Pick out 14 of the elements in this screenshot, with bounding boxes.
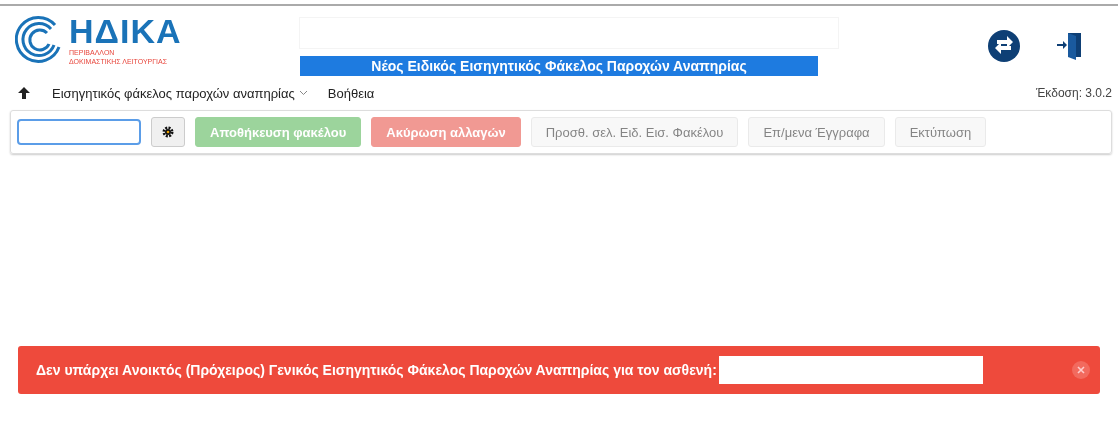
logout-icon[interactable] bbox=[1056, 30, 1084, 60]
close-button[interactable] bbox=[1072, 361, 1090, 379]
up-arrow-icon[interactable] bbox=[18, 87, 30, 99]
menu-item[interactable]: Εισηγητικός φάκελος παροχών αναπηρίας bbox=[52, 85, 308, 101]
swap-icon[interactable] bbox=[988, 30, 1020, 62]
settings-icon bbox=[162, 126, 174, 138]
settings-button[interactable] bbox=[151, 117, 185, 147]
alert-message: Δεν υπάρχει Ανοικτός (Πρόχειρος) Γενικός Εισηγητικός Φάκελος Παροχών Αναπηρίας για τον ασθενή: bbox=[36, 362, 717, 378]
version-label: Έκδοση: 3.0.2 bbox=[1035, 86, 1112, 100]
page-title: Νέος Ειδικός Εισηγητικός Φάκελος Παροχών Αναπηρίας bbox=[300, 56, 818, 76]
logo-name: ΗΔΙΚΑ bbox=[69, 14, 182, 48]
caret-icon bbox=[298, 90, 308, 96]
input-field[interactable] bbox=[17, 119, 141, 145]
menu-item[interactable]: Βοήθεια bbox=[327, 85, 375, 101]
